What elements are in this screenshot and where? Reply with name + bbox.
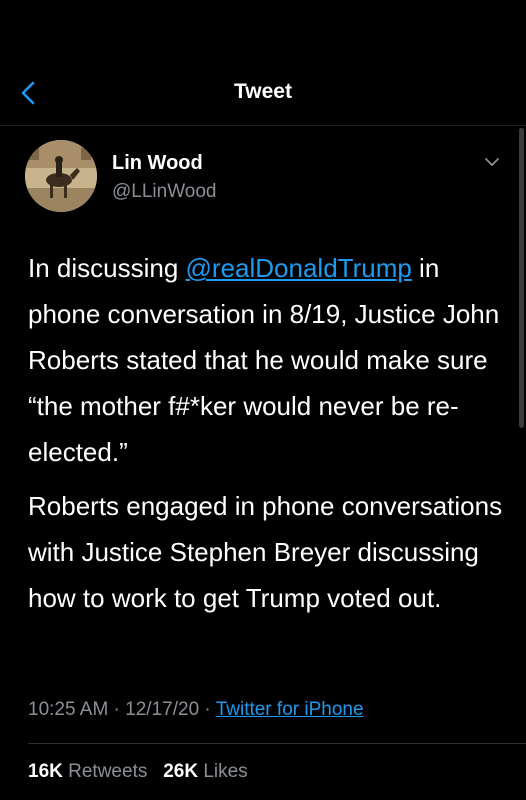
tweet-meta: 10:25 AM · 12/17/20 · Twitter for iPhone — [28, 699, 364, 721]
tweet-date: 12/17/20 — [125, 699, 200, 720]
chevron-down-icon — [485, 158, 499, 166]
likes-stat[interactable]: 26K Likes — [163, 761, 248, 782]
tweet-stats: 16K Retweets 26K Likes — [28, 761, 248, 783]
tweet-paragraph-1: In discussing @realDonaldTrump in phone … — [28, 245, 508, 475]
tweet-time: 10:25 AM — [28, 699, 109, 720]
meta-separator: · — [108, 699, 126, 720]
likes-label: Likes — [203, 761, 248, 782]
likes-count: 26K — [163, 761, 199, 782]
tweet-text-prefix: In discussing — [28, 253, 186, 283]
avatar-image — [25, 140, 97, 212]
author-name[interactable]: Lin Wood — [112, 152, 203, 175]
top-bar: Tweet — [0, 0, 526, 126]
tweet-menu-button[interactable] — [482, 152, 502, 172]
tweet-paragraph-2: Roberts engaged in phone conversations w… — [28, 491, 503, 613]
retweets-count: 16K — [28, 761, 63, 782]
retweets-label: Retweets — [68, 761, 148, 782]
page-title: Tweet — [234, 80, 292, 103]
meta-separator: · — [199, 699, 216, 720]
mention-link[interactable]: @realDonaldTrump — [186, 253, 412, 283]
source-link[interactable]: Twitter for iPhone — [216, 699, 364, 720]
author-handle[interactable]: @LLinWood — [112, 181, 217, 203]
tweet-text-rest: in phone conversation in 8/19, Justice J… — [28, 253, 500, 467]
avatar[interactable] — [25, 140, 97, 212]
divider — [28, 743, 526, 744]
retweets-stat[interactable]: 16K Retweets — [28, 761, 147, 782]
scrollbar[interactable] — [519, 128, 524, 428]
